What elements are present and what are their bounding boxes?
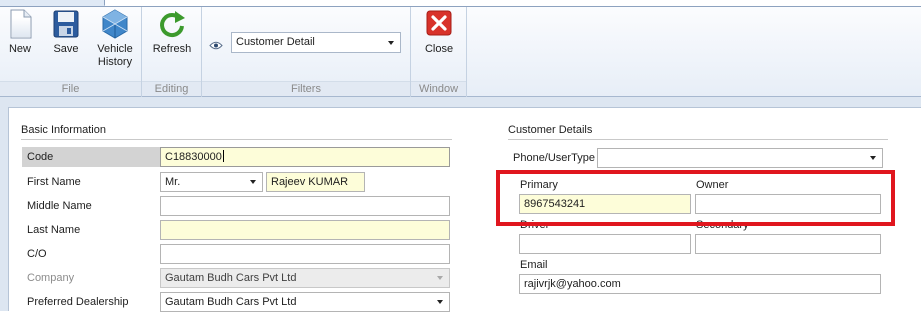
phone-user-type-select[interactable] [597,148,883,168]
first-name-field[interactable]: Rajeev KUMAR [266,172,365,192]
section-title-customer-details: Customer Details [508,124,593,136]
close-button[interactable]: Close [417,9,461,56]
preferred-dealership-select[interactable]: Gautam Budh Cars Pvt Ltd [160,292,450,312]
first-name-value: Rajeev KUMAR [271,176,349,188]
first-name-label: First Name [27,176,81,188]
last-name-label: Last Name [27,224,81,236]
email-field[interactable]: rajivrjk@yahoo.com [519,274,881,294]
close-button-label: Close [424,43,454,55]
salutation-value: Mr. [165,176,181,188]
save-button-label: Save [53,43,79,55]
section-title-basic-information: Basic Information [21,124,106,136]
secondary-phone-field[interactable] [695,234,881,254]
salutation-select[interactable]: Mr. [160,172,263,192]
middle-name-label: Middle Name [27,200,92,212]
email-label: Email [520,259,548,271]
driver-phone-field[interactable] [519,234,691,254]
ribbon-group-window: Close Window [411,7,467,97]
filter-select-value: Customer Detail [236,36,315,48]
preferred-dealership-label: Preferred Dealership [27,296,129,308]
save-button[interactable]: Save [51,9,81,56]
middle-name-field[interactable] [160,196,450,216]
group-label-filters: Filters [202,81,410,96]
group-label-file: File [0,81,141,96]
highlight-annotation-box [496,170,895,226]
chevron-down-icon[interactable] [388,41,394,45]
section-divider [508,139,888,140]
vehicle-history-icon [102,9,128,39]
ribbon-group-editing: Refresh Editing [142,7,202,97]
vehicle-history-button[interactable]: Vehicle History [94,9,136,69]
phone-user-type-label: Phone/UserType [513,152,595,164]
ribbon: New Save Vehicle History File Refresh Ed… [0,6,921,97]
ribbon-group-file: New Save Vehicle History File [0,7,142,97]
email-value: rajivrjk@yahoo.com [524,278,621,290]
group-label-editing: Editing [142,81,201,96]
company-label: Company [27,272,75,284]
chevron-down-icon[interactable] [870,156,876,160]
care-of-field[interactable] [160,244,450,264]
preferred-dealership-value: Gautam Budh Cars Pvt Ltd [165,296,297,308]
company-value: Gautam Budh Cars Pvt Ltd [165,272,297,284]
vehicle-history-label-1: Vehicle [97,43,133,55]
code-field-value: C18830000 [165,151,222,163]
new-button-label: New [8,43,31,55]
section-divider [21,139,452,140]
eye-icon [209,41,223,50]
care-of-label: C/O [27,248,47,260]
code-label: Code [27,151,54,163]
company-select: Gautam Budh Cars Pvt Ltd [160,268,450,288]
text-cursor [222,150,224,162]
close-icon [426,10,452,36]
new-button[interactable]: New [5,9,35,56]
refresh-icon [160,11,185,38]
chevron-down-icon [437,276,443,280]
last-name-field[interactable] [160,220,450,240]
chevron-down-icon[interactable] [437,300,443,304]
chevron-down-icon[interactable] [250,180,256,184]
new-document-icon [10,9,32,39]
vehicle-history-label-2: History [97,56,133,68]
refresh-button[interactable]: Refresh [148,9,196,56]
save-floppy-icon [53,10,79,38]
group-label-window: Window [411,81,466,96]
code-field[interactable]: C18830000 [160,147,450,167]
filter-select[interactable]: Customer Detail [231,32,401,53]
refresh-button-label: Refresh [152,43,192,55]
